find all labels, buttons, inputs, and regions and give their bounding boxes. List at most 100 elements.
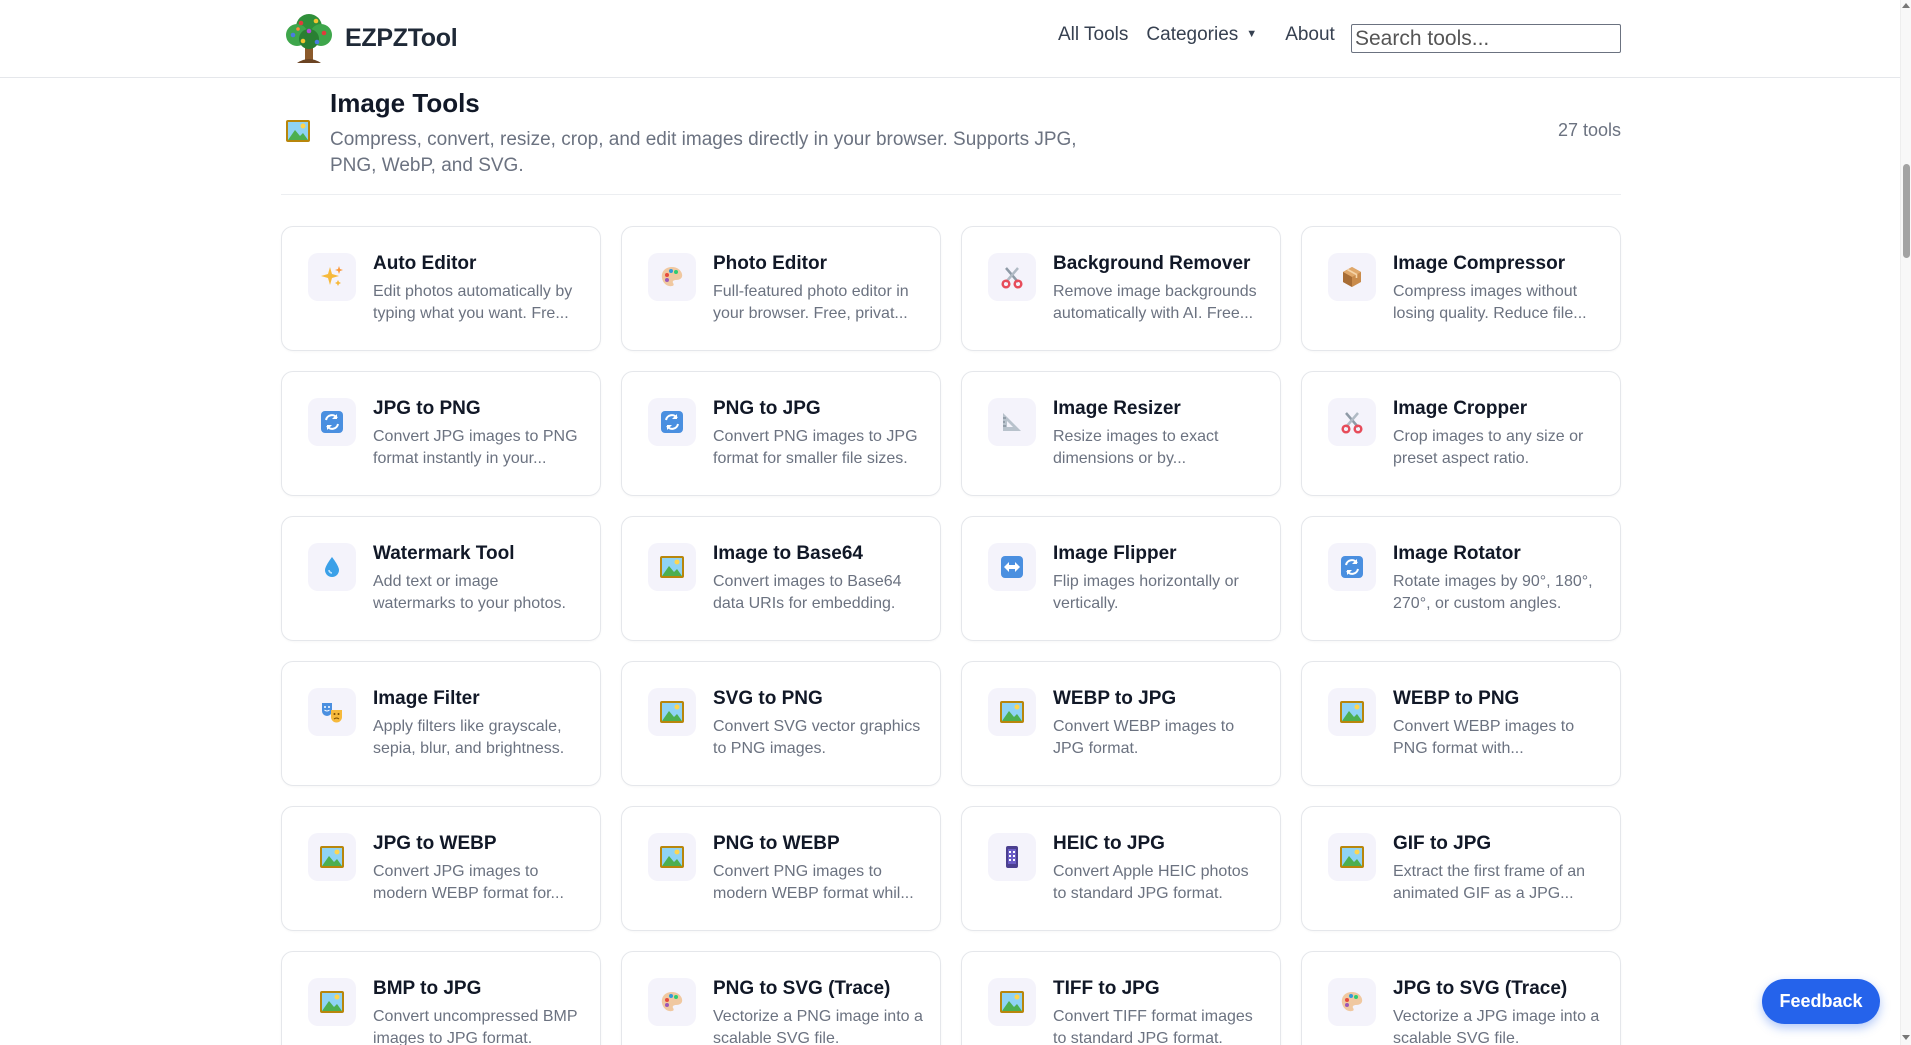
- tool-card[interactable]: PNG to WEBP Convert PNG images to modern …: [621, 806, 941, 931]
- tool-card[interactable]: Image Rotator Rotate images by 90°, 180°,…: [1301, 516, 1621, 641]
- picture-icon: [1328, 688, 1376, 736]
- picture-icon: [988, 688, 1036, 736]
- scissors-icon: [1328, 398, 1376, 446]
- search-input[interactable]: [1351, 24, 1621, 53]
- tool-card[interactable]: WEBP to PNG Convert WEBP images to PNG fo…: [1301, 661, 1621, 786]
- scroll-down-arrow-icon[interactable]: [1902, 1035, 1910, 1040]
- tool-card[interactable]: TIFF to JPG Convert TIFF format images to…: [961, 951, 1281, 1045]
- tool-card[interactable]: Image to Base64 Convert images to Base64 …: [621, 516, 941, 641]
- tool-card-title: Image to Base64: [713, 543, 863, 564]
- tool-card-description: Convert SVG vector graphics to PNG image…: [713, 718, 921, 757]
- nav-all-tools[interactable]: All Tools: [1058, 24, 1128, 46]
- tool-card-title: Image Flipper: [1053, 543, 1177, 564]
- tool-card-title: Auto Editor: [373, 253, 477, 274]
- ruler-triangle-icon: [988, 398, 1036, 446]
- tool-card-description: Vectorize a PNG image into a scalable SV…: [713, 1008, 923, 1045]
- tool-card-description: Convert images to Base64 data URIs for e…: [713, 573, 902, 612]
- page-scrollbar[interactable]: [1900, 0, 1911, 1045]
- tool-card[interactable]: PNG to SVG (Trace) Vectorize a PNG image …: [621, 951, 941, 1045]
- tree-logo-icon: [283, 11, 335, 65]
- nav-categories-dropdown[interactable]: Categories ▼: [1146, 24, 1257, 46]
- brand-name: EZPZTool: [345, 23, 458, 52]
- tool-card-description: Add text or image watermarks to your pho…: [373, 573, 566, 612]
- tool-card-title: Image Rotator: [1393, 543, 1521, 564]
- tool-card[interactable]: Background Remover Remove image backgroun…: [961, 226, 1281, 351]
- palette-icon: [1328, 978, 1376, 1026]
- tool-card-title: SVG to PNG: [713, 688, 823, 709]
- palette-icon: [648, 253, 696, 301]
- scroll-up-arrow-icon[interactable]: [1902, 3, 1910, 8]
- palette-icon: [648, 978, 696, 1026]
- picture-icon: [648, 543, 696, 591]
- category-description: Compress, convert, resize, crop, and edi…: [330, 129, 1077, 176]
- tool-card-title: Image Cropper: [1393, 398, 1528, 419]
- tool-card-title: JPG to SVG (Trace): [1393, 978, 1568, 999]
- tool-card-description: Resize images to exact dimensions or by.…: [1053, 428, 1219, 467]
- convert-icon: [648, 398, 696, 446]
- scissors-icon: [988, 253, 1036, 301]
- site-logo-link[interactable]: EZPZTool: [283, 11, 458, 65]
- tool-card-description: Convert TIFF format images to standard J…: [1053, 1008, 1253, 1045]
- tool-card-description: Flip images horizontally or vertically.: [1053, 573, 1239, 612]
- category-header: Image Tools Compress, convert, resize, c…: [281, 78, 1621, 195]
- tool-card[interactable]: WEBP to JPG Convert WEBP images to JPG fo…: [961, 661, 1281, 786]
- tool-card-description: Convert JPG images to modern WEBP format…: [373, 863, 564, 902]
- sparkles-icon: [308, 253, 356, 301]
- tool-card[interactable]: Photo Editor Full-featured photo editor i…: [621, 226, 941, 351]
- picture-icon: [308, 978, 356, 1026]
- tool-card-description: Full-featured photo editor in your brows…: [713, 283, 909, 322]
- tool-card-title: Image Compressor: [1393, 253, 1566, 274]
- main-nav: All Tools Categories ▼ About: [1058, 24, 1335, 46]
- tool-card[interactable]: Watermark Tool Add text or image watermar…: [281, 516, 601, 641]
- feedback-button[interactable]: Feedback: [1762, 979, 1880, 1024]
- tool-card[interactable]: JPG to SVG (Trace) Vectorize a JPG image …: [1301, 951, 1621, 1045]
- tool-card[interactable]: PNG to JPG Convert PNG images to JPG form…: [621, 371, 941, 496]
- tool-card-description: Convert PNG images to modern WEBP format…: [713, 863, 914, 902]
- tool-card-title: TIFF to JPG: [1053, 978, 1160, 999]
- droplet-icon: [308, 543, 356, 591]
- tool-card-title: Image Resizer: [1053, 398, 1181, 419]
- tool-card[interactable]: HEIC to JPG Convert Apple HEIC photos to …: [961, 806, 1281, 931]
- tool-card-title: WEBP to PNG: [1393, 688, 1520, 709]
- tool-card-title: PNG to WEBP: [713, 833, 840, 854]
- nav-about[interactable]: About: [1285, 24, 1335, 46]
- scrollbar-thumb[interactable]: [1903, 164, 1910, 258]
- tool-card-title: PNG to JPG: [713, 398, 821, 419]
- tool-card[interactable]: SVG to PNG Convert SVG vector graphics to…: [621, 661, 941, 786]
- tool-card-title: HEIC to JPG: [1053, 833, 1165, 854]
- tool-card-description: Edit photos automatically by typing what…: [373, 283, 573, 322]
- tool-card[interactable]: Image Resizer Resize images to exact dime…: [961, 371, 1281, 496]
- tool-card-description: Convert JPG images to PNG format instant…: [373, 428, 578, 467]
- tool-card-description: Convert WEBP images to PNG format with..…: [1393, 718, 1575, 757]
- tool-card[interactable]: JPG to PNG Convert JPG images to PNG form…: [281, 371, 601, 496]
- tool-card-description: Convert WEBP images to JPG format.: [1053, 718, 1235, 757]
- tool-card-description: Convert Apple HEIC photos to standard JP…: [1053, 863, 1249, 902]
- tool-card[interactable]: Auto Editor Edit photos automatically by …: [281, 226, 601, 351]
- tool-card-description: Vectorize a JPG image into a scalable SV…: [1393, 1008, 1600, 1045]
- caret-down-icon: ▼: [1246, 28, 1258, 40]
- tool-card-title: Image Filter: [373, 688, 480, 709]
- picture-icon: [648, 833, 696, 881]
- theater-masks-icon: [308, 688, 356, 736]
- tool-card[interactable]: Image Filter Apply filters like grayscale…: [281, 661, 601, 786]
- tool-card-title: Photo Editor: [713, 253, 827, 274]
- tool-card-description: Convert PNG images to JPG format for sma…: [713, 428, 918, 467]
- tool-card-description: Rotate images by 90°, 180°, 270°, or cus…: [1393, 573, 1593, 612]
- tool-card-description: Extract the first frame of an animated G…: [1393, 863, 1586, 902]
- convert-icon: [308, 398, 356, 446]
- tool-card[interactable]: GIF to JPG Extract the first frame of an …: [1301, 806, 1621, 931]
- tool-card[interactable]: BMP to JPG Convert uncompressed BMP image…: [281, 951, 601, 1045]
- tool-card[interactable]: Image Cropper Crop images to any size or …: [1301, 371, 1621, 496]
- tool-card-title: WEBP to JPG: [1053, 688, 1177, 709]
- tool-card-description: Remove image backgrounds automatically w…: [1053, 283, 1257, 322]
- picture-icon: [988, 978, 1036, 1026]
- tool-card[interactable]: JPG to WEBP Convert JPG images to modern …: [281, 806, 601, 931]
- nav-categories-label: Categories: [1146, 24, 1239, 45]
- tool-card-title: JPG to WEBP: [373, 833, 497, 854]
- tool-card[interactable]: Image Compressor Compress images without …: [1301, 226, 1621, 351]
- tool-card-description: Crop images to any size or preset aspect…: [1393, 428, 1584, 467]
- tool-card[interactable]: Image Flipper Flip images horizontally or…: [961, 516, 1281, 641]
- page-title: Image Tools: [330, 88, 480, 118]
- tool-count: 27 tools: [1557, 120, 1621, 140]
- convert-icon: [1328, 543, 1376, 591]
